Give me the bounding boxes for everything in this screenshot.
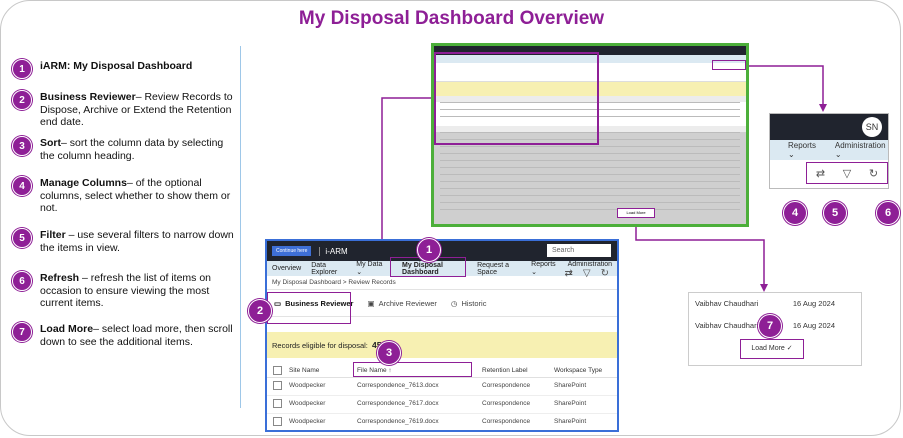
- callout-5: 5: [823, 201, 847, 225]
- nav-reports[interactable]: Reports ⌄: [526, 261, 563, 276]
- nav-request-space[interactable]: Request a Space: [472, 262, 526, 276]
- table-row[interactable]: Woodpecker Correspondence_7617.docx Corres…: [267, 396, 617, 414]
- table-row[interactable]: Woodpecker Correspondence_7613.docx Corres…: [267, 378, 617, 396]
- row-checkbox[interactable]: [273, 417, 282, 426]
- callout-2: 2: [248, 299, 272, 323]
- refresh-icon[interactable]: ↻: [601, 268, 609, 279]
- search-input[interactable]: Search: [547, 244, 611, 257]
- callout-4: 4: [783, 201, 807, 225]
- table-cell: Correspondence_7617.docx: [357, 400, 439, 407]
- callout-3: 3: [377, 341, 401, 365]
- avatar[interactable]: SN: [862, 117, 882, 137]
- table-cell: SharePoint: [554, 400, 587, 407]
- row-checkbox[interactable]: [273, 381, 282, 390]
- filter-icon[interactable]: ▽: [583, 268, 591, 279]
- table-cell: Woodpecker: [289, 382, 326, 389]
- row-checkbox[interactable]: [273, 399, 282, 408]
- highlight-business-reviewer: [267, 292, 351, 324]
- toolbar-icons: ⇄ ▽ ↻: [806, 162, 888, 184]
- highlight-file-name: [353, 362, 472, 377]
- table-tools: ⇄ ▽ ↻: [565, 268, 609, 279]
- col-site-name[interactable]: Site Name: [289, 367, 319, 374]
- thumbnail-highlight-table: [434, 52, 599, 145]
- callout-7: 7: [758, 314, 782, 338]
- nav-overview[interactable]: Overview: [267, 265, 306, 272]
- nav-data-explorer[interactable]: Data Explorer: [306, 262, 351, 276]
- refresh-icon[interactable]: ↻: [869, 167, 878, 180]
- filter-icon[interactable]: ▽: [843, 167, 851, 180]
- col-retention-label[interactable]: Retention Label: [482, 367, 528, 374]
- records-banner: Records eligible for disposal: 4521: [267, 332, 617, 358]
- callout-1: 1: [417, 238, 441, 262]
- list-item: Vaibhav Chaudhari 16 Aug 2024: [695, 299, 835, 308]
- thumbnail-highlight-tools: [712, 60, 746, 70]
- nav-my-data[interactable]: My Data ⌄: [351, 261, 389, 276]
- manage-columns-icon[interactable]: ⇄: [565, 268, 573, 279]
- thumbnail-load-more: Load More: [617, 208, 655, 218]
- app-name: i-ARM: [319, 246, 348, 256]
- manage-columns-icon[interactable]: ⇄: [816, 167, 825, 180]
- select-all-checkbox[interactable]: [273, 366, 282, 375]
- col-workspace-type[interactable]: Workspace Type: [554, 367, 602, 374]
- table-cell: Correspondence_7613.docx: [357, 382, 439, 389]
- clock-icon: ◷: [450, 298, 458, 308]
- table-cell: Woodpecker: [289, 418, 326, 425]
- table-cell: SharePoint: [554, 382, 587, 389]
- table-cell: Correspondence: [482, 400, 531, 407]
- table-cell: Correspondence_7619.docx: [357, 418, 439, 425]
- nav-administration[interactable]: Administration ⌄: [835, 141, 888, 159]
- toolbar-zoom: SN Reports ⌄ Administration ⌄ ⇄ ▽ ↻: [769, 113, 889, 189]
- nav-reports[interactable]: Reports ⌄: [788, 141, 821, 159]
- records-label: Records eligible for disposal:: [272, 341, 368, 350]
- table-row[interactable]: Woodpecker Correspondence_7619.docx Corres…: [267, 414, 617, 430]
- tab-historic[interactable]: ◷ Historic: [444, 299, 494, 308]
- callout-6: 6: [876, 201, 900, 225]
- table-cell: Correspondence: [482, 418, 531, 425]
- load-more-button[interactable]: Load More ✓: [740, 339, 804, 359]
- table-cell: Correspondence: [482, 382, 531, 389]
- continue-button[interactable]: Continue here: [272, 246, 312, 256]
- table-cell: SharePoint: [554, 418, 587, 425]
- tab-archive-reviewer[interactable]: ▣ Archive Reviewer: [360, 299, 443, 308]
- archive-icon: ▣: [367, 298, 375, 308]
- table-cell: Woodpecker: [289, 400, 326, 407]
